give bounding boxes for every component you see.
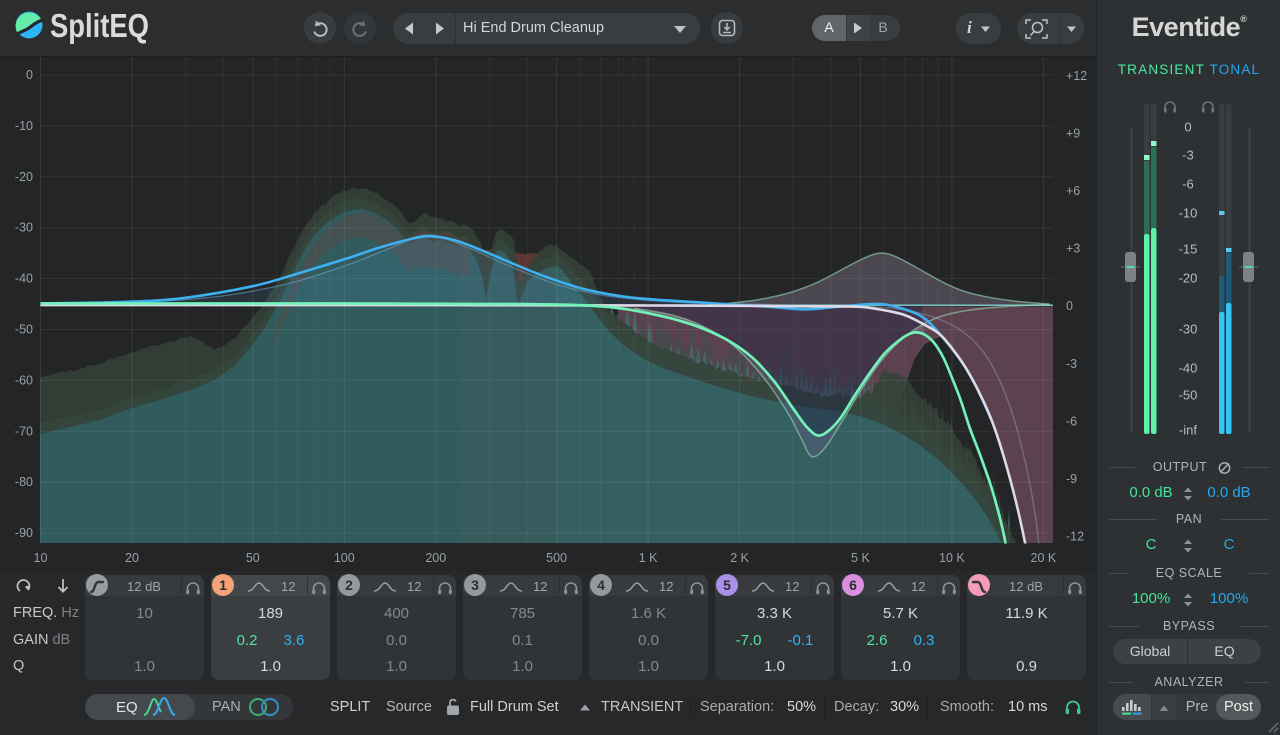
svg-text:+3: +3 — [1066, 242, 1080, 256]
svg-text:-10: -10 — [15, 119, 33, 133]
svg-text:-50: -50 — [15, 323, 33, 337]
svg-text:-70: -70 — [15, 424, 33, 438]
svg-text:-inf: -inf — [1179, 423, 1197, 438]
svg-text:20: 20 — [125, 551, 139, 565]
svg-text:-15: -15 — [1179, 242, 1198, 257]
svg-text:-20: -20 — [15, 170, 33, 184]
svg-text:-3: -3 — [1066, 357, 1077, 371]
svg-text:-10: -10 — [1179, 206, 1198, 221]
svg-text:0: 0 — [1066, 299, 1073, 313]
svg-text:20 K: 20 K — [1031, 551, 1057, 565]
svg-text:100: 100 — [334, 551, 355, 565]
svg-text:-6: -6 — [1182, 177, 1194, 192]
svg-text:5 K: 5 K — [851, 551, 870, 565]
svg-text:0: 0 — [1184, 120, 1191, 135]
svg-text:2 K: 2 K — [730, 551, 749, 565]
svg-text:-30: -30 — [15, 221, 33, 235]
svg-text:10 K: 10 K — [939, 551, 965, 565]
svg-text:-80: -80 — [15, 475, 33, 489]
svg-text:-40: -40 — [15, 272, 33, 286]
svg-text:10: 10 — [34, 551, 48, 565]
svg-text:200: 200 — [425, 551, 446, 565]
svg-text:-9: -9 — [1066, 472, 1077, 486]
svg-text:-50: -50 — [1179, 388, 1198, 403]
svg-text:+12: +12 — [1066, 69, 1087, 83]
svg-text:-40: -40 — [1179, 361, 1198, 376]
svg-text:0: 0 — [26, 68, 33, 82]
svg-text:-12: -12 — [1066, 529, 1084, 543]
svg-text:-90: -90 — [15, 526, 33, 540]
svg-text:+6: +6 — [1066, 184, 1080, 198]
svg-text:+9: +9 — [1066, 127, 1080, 141]
svg-text:1 K: 1 K — [639, 551, 658, 565]
svg-text:-60: -60 — [15, 373, 33, 387]
svg-text:500: 500 — [546, 551, 567, 565]
svg-text:-3: -3 — [1182, 148, 1194, 163]
svg-text:-30: -30 — [1179, 322, 1198, 337]
svg-text:-6: -6 — [1066, 414, 1077, 428]
svg-text:-20: -20 — [1179, 271, 1198, 286]
svg-text:50: 50 — [246, 551, 260, 565]
